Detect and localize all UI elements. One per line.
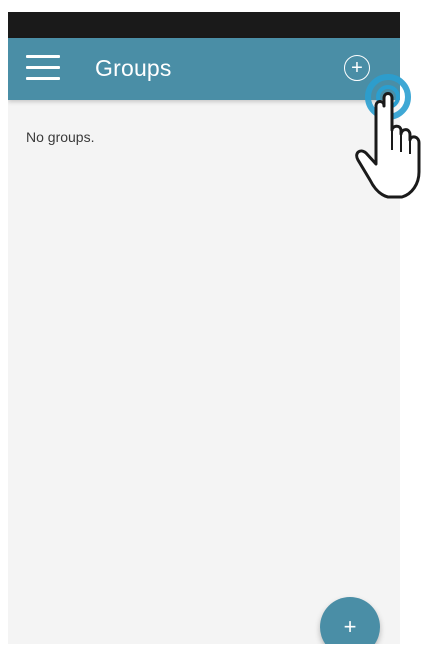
tap-gesture-hand-icon	[355, 74, 421, 199]
hamburger-menu-icon[interactable]	[26, 53, 60, 83]
menu-line	[26, 77, 60, 80]
page-title: Groups	[95, 55, 172, 81]
page: Groups + No groups. +	[0, 0, 442, 646]
menu-line	[26, 66, 60, 69]
menu-line	[26, 55, 60, 58]
plus-icon: +	[343, 614, 357, 639]
status-bar	[8, 12, 400, 38]
add-group-fab-button[interactable]: +	[320, 597, 380, 644]
empty-state-message: No groups.	[26, 129, 95, 145]
